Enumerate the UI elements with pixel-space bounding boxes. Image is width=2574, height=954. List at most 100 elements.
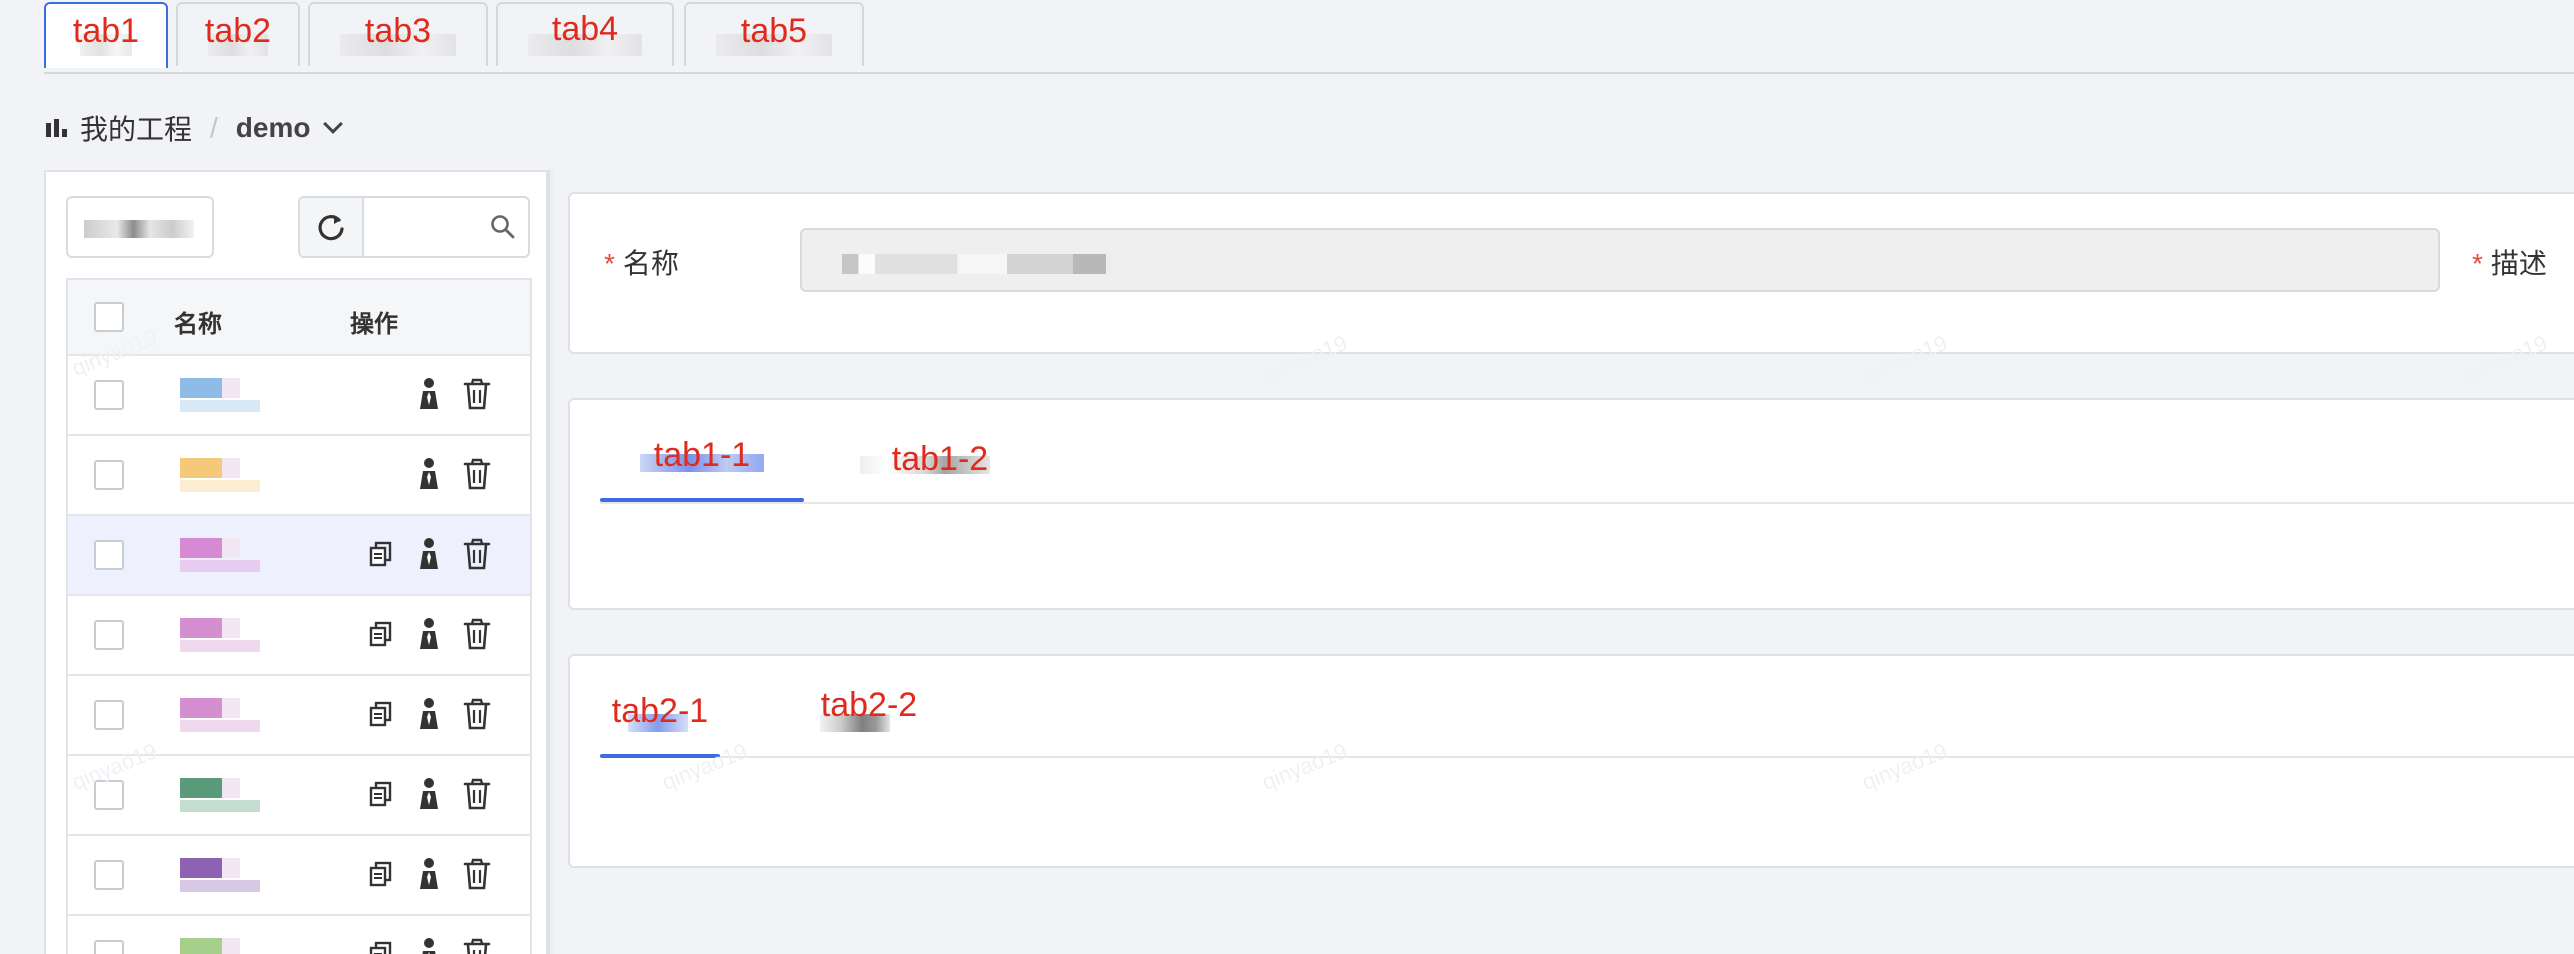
tab-2-label: tab2 (204, 12, 272, 50)
breadcrumb-current-project[interactable]: demo (236, 112, 311, 144)
table-row[interactable] (68, 596, 530, 676)
copy-button[interactable] (364, 618, 398, 654)
table-row[interactable] (68, 356, 530, 436)
user-icon (416, 857, 442, 896)
table-row[interactable] (68, 836, 530, 916)
row-checkbox[interactable] (94, 540, 124, 570)
permissions-button[interactable] (412, 937, 446, 954)
refresh-icon (318, 215, 344, 241)
name-field[interactable] (800, 228, 2440, 292)
data-table: 名称 操作 (66, 278, 532, 954)
permissions-button[interactable] (412, 377, 446, 416)
row-actions (364, 457, 494, 496)
row-checkbox[interactable] (94, 780, 124, 810)
tab-2[interactable]: tab2 (176, 2, 300, 66)
permissions-button[interactable] (412, 697, 446, 734)
description-label-text: 描述 (2490, 248, 2547, 279)
permissions-button[interactable] (412, 617, 446, 654)
permissions-button[interactable] (412, 457, 446, 496)
permissions-button[interactable] (412, 777, 446, 816)
table-row[interactable] (68, 756, 530, 836)
name-label-text: 名称 (622, 248, 679, 279)
table-row[interactable] (68, 436, 530, 516)
table-header: 名称 操作 (68, 280, 530, 356)
row-name-blurred-sub (180, 880, 260, 892)
filter-select[interactable] (66, 196, 214, 258)
delete-button[interactable] (460, 858, 494, 894)
delete-button[interactable] (460, 618, 494, 654)
tab-3[interactable]: tab3 (308, 2, 488, 66)
copy-icon (369, 861, 393, 892)
row-actions (364, 617, 494, 654)
table-row[interactable] (68, 516, 530, 596)
tab-2-2[interactable]: tab2-2 (784, 656, 954, 756)
permissions-button[interactable] (412, 537, 446, 576)
delete-button[interactable] (460, 938, 494, 954)
user-icon (416, 777, 442, 816)
table-row[interactable] (68, 676, 530, 756)
basic-info-card: * 名称 * 描述 (568, 192, 2574, 354)
row-checkbox[interactable] (94, 860, 124, 890)
delete-button[interactable] (460, 538, 494, 574)
delete-button[interactable] (460, 698, 494, 734)
row-checkbox[interactable] (94, 460, 124, 490)
permissions-button[interactable] (412, 857, 446, 896)
tab-1-1[interactable]: tab1-1 (600, 400, 804, 502)
refresh-button[interactable] (300, 198, 364, 256)
delete-button[interactable] (460, 458, 494, 494)
copy-button[interactable] (364, 938, 398, 954)
filter-select-blurred-value (84, 220, 194, 238)
chevron-down-icon[interactable] (323, 114, 344, 134)
copy-icon (369, 621, 393, 652)
user-icon (416, 537, 442, 576)
panel-resize-handle[interactable] (548, 170, 554, 954)
trash-icon (462, 697, 492, 736)
tab-5-label: tab5 (740, 12, 808, 50)
tab-group-2-card: tab2-1 tab2-2 (568, 654, 2574, 868)
search-button[interactable] (486, 210, 520, 244)
user-icon (416, 457, 442, 496)
trash-icon (462, 377, 492, 416)
select-all-checkbox[interactable] (94, 302, 124, 332)
required-mark: * (604, 248, 615, 279)
search-box (298, 196, 530, 258)
column-header-name: 名称 (174, 311, 222, 338)
active-tab-indicator (600, 498, 804, 502)
row-checkbox[interactable] (94, 620, 124, 650)
table-row[interactable] (68, 916, 530, 954)
copy-button[interactable] (364, 778, 398, 814)
required-mark: * (2472, 248, 2483, 279)
row-name-blurred-sub (180, 800, 260, 812)
column-header-ops: 操作 (350, 311, 398, 338)
row-checkbox[interactable] (94, 380, 124, 410)
trash-icon (462, 457, 492, 496)
row-checkbox[interactable] (94, 940, 124, 954)
tabs-divider (44, 72, 2574, 74)
search-icon (491, 215, 515, 239)
tab-1-label: tab1 (72, 12, 140, 50)
breadcrumb-root[interactable]: 我的工程 (80, 108, 192, 148)
row-checkbox[interactable] (94, 700, 124, 730)
copy-icon (369, 541, 393, 572)
tab-group-1-card: tab1-1 tab1-2 (568, 398, 2574, 610)
row-actions (364, 377, 494, 416)
tab-2-1-label: tab2-1 (611, 692, 709, 730)
row-actions (364, 937, 494, 954)
tab-4[interactable]: tab4 (496, 2, 674, 66)
copy-button[interactable] (364, 698, 398, 734)
delete-button[interactable] (460, 778, 494, 814)
tab-2-1[interactable]: tab2-1 (600, 656, 720, 758)
user-icon (416, 377, 442, 416)
delete-button[interactable] (460, 378, 494, 414)
row-actions (364, 697, 494, 734)
breadcrumb: 我的工程 / demo (46, 108, 344, 148)
tab-1-2[interactable]: tab1-2 (860, 400, 1020, 500)
copy-button[interactable] (364, 858, 398, 894)
tab-1[interactable]: tab1 (44, 2, 168, 68)
row-name-blurred-sub (180, 640, 260, 652)
copy-button[interactable] (364, 538, 398, 574)
trash-icon (462, 857, 492, 896)
copy-icon (369, 941, 393, 954)
tab-5[interactable]: tab5 (684, 2, 864, 66)
row-name-blurred-sub (180, 400, 260, 412)
